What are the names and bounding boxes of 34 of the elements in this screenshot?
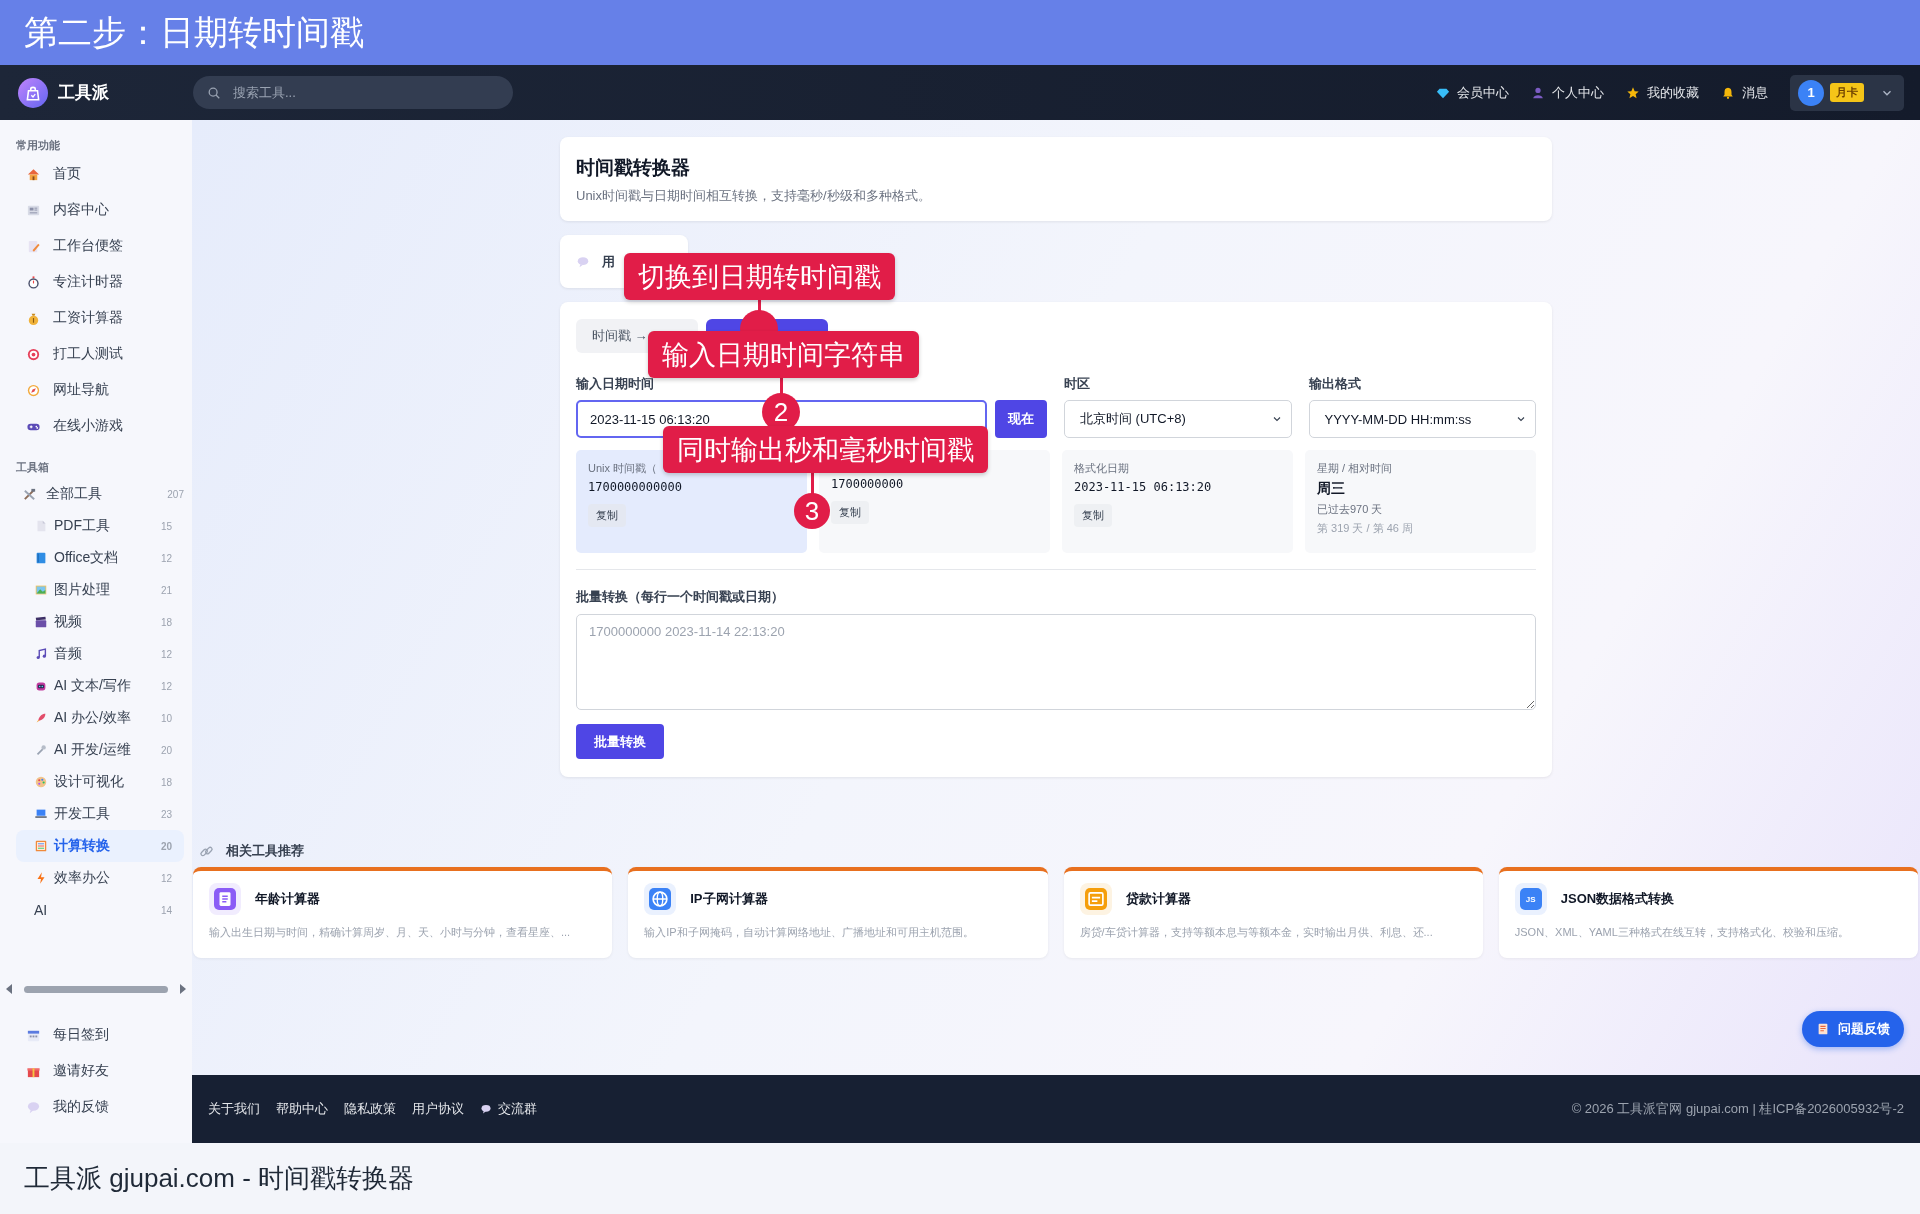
result-label: 格式化日期 xyxy=(1074,461,1129,476)
result-detail: 已过去970 天 xyxy=(1317,502,1383,517)
tool-description: 输入出生日期与时间，精确计算周岁、月、天、小时与分钟，查看星座、... xyxy=(209,925,572,940)
result-value: 1700000000 xyxy=(831,477,904,491)
field-label: 批量转换（每行一个时间戳或日期） xyxy=(576,588,784,606)
callout-tooltip: 切换到日期转时间戳 xyxy=(624,253,895,300)
sidebar-section-title: 常用功能 xyxy=(16,138,61,153)
field-label: 输入日期时间 xyxy=(576,375,654,393)
banner-title: 第二步：日期转时间戳 xyxy=(24,11,364,53)
callout-tooltip: 输入日期时间字符串 xyxy=(648,331,919,378)
result-detail: 第 319 天 / 第 46 周 xyxy=(1317,521,1413,536)
tool-name: JSON数据格式转换 xyxy=(1560,890,1675,908)
tool-name: 贷款计算器 xyxy=(1125,890,1191,908)
callout-tooltip: 同时输出秒和毫秒时间戳 xyxy=(663,426,988,473)
page-description: Unix时间戳与日期时间相互转换，支持毫秒/秒级和多种格式。 xyxy=(576,187,932,205)
result-label: 星期 / 相对时间 xyxy=(1317,461,1393,476)
sidebar-section-title: 工具箱 xyxy=(16,460,50,475)
section-title: 相关工具推荐 xyxy=(226,842,304,860)
code-icon: JS xyxy=(1519,888,1542,910)
field-label: 时区 xyxy=(1064,375,1090,393)
result-value: 2023-11-15 06:13:20 xyxy=(1074,480,1212,494)
result-value: 1700000000000 xyxy=(588,480,682,494)
result-value: 周三 xyxy=(1317,480,1345,498)
tool-description: 输入IP和子网掩码，自动计算网络地址、广播地址和可用主机范围。 xyxy=(644,925,975,940)
tool-name: IP子网计算器 xyxy=(690,890,768,908)
tool-name: 年龄计算器 xyxy=(255,890,320,908)
tool-description: 房贷/车贷计算器，支持等额本息与等额本金，实时输出月供、利息、还... xyxy=(1079,925,1434,940)
page-title: 时间戳转换器 xyxy=(576,156,691,180)
copyright-text: © 2026 工具派官网 gjupai.com | 桂ICP备2026005932号-2 xyxy=(1571,1100,1904,1118)
field-label: 输出格式 xyxy=(1308,375,1361,393)
caption-text: 工具派 gjupai.com - 时间戳转换器 xyxy=(24,1162,415,1195)
result-label: Unix 时间戳（ xyxy=(588,461,658,476)
tool-description: JSON、XML、YAML三种格式在线互转，支持格式化、校验和压缩。 xyxy=(1514,925,1850,940)
membership-badge: 月卡 xyxy=(1830,83,1864,102)
